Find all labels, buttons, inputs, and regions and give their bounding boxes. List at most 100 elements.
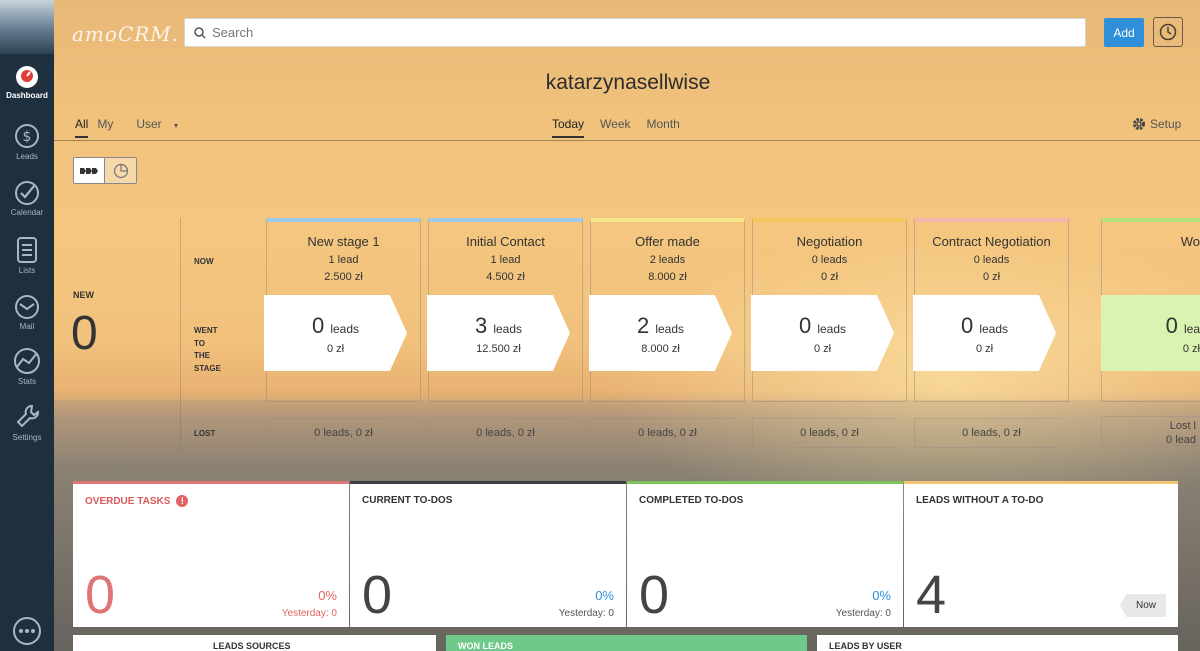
sidebar-item-mail[interactable]: Mail <box>0 294 54 331</box>
sidebar-item-lists[interactable]: Lists <box>0 236 54 275</box>
stage-went-amount: 8.000 zł <box>641 343 680 355</box>
leads-by-user-card[interactable]: LEADS BY USER <box>817 635 1178 651</box>
arrows-icon <box>80 167 98 174</box>
row-label-went-line: TO <box>194 338 205 348</box>
check-circle-icon <box>15 181 39 205</box>
won-leads-card[interactable]: WON LEADS <box>446 635 807 651</box>
stage-went-amount: 0 zł <box>1182 343 1200 355</box>
timer-button[interactable] <box>1153 17 1183 47</box>
sidebar-item-label: Lists <box>18 266 36 275</box>
row-label-now: NOW <box>194 257 214 266</box>
clock-icon <box>1159 23 1177 41</box>
stage-went-unit: leads <box>493 322 523 336</box>
stage-went-count: 0 <box>311 313 325 338</box>
chart-view-button[interactable] <box>105 158 136 183</box>
tab-month[interactable]: Month <box>647 117 680 138</box>
stage-now-leads: 1 lead <box>328 254 359 266</box>
card-yesterday: Yesterday: 0 <box>835 608 891 619</box>
mail-icon <box>15 295 39 319</box>
stage-now-leads: 2 leads <box>649 254 686 266</box>
stage-went-count: 2 <box>636 313 650 338</box>
sidebar-item-label: Settings <box>12 433 42 442</box>
card-title: CURRENT TO-DOS <box>362 495 453 506</box>
card-percent: 0% <box>318 588 337 603</box>
card-count: 0 <box>362 565 393 625</box>
add-button[interactable]: Add <box>1104 18 1144 47</box>
leads-without-todo-card[interactable]: LEADS WITHOUT A TO-DO 4 Now <box>904 481 1178 627</box>
pie-chart-icon <box>113 163 128 178</box>
stage-name: Initial Contact <box>466 234 545 249</box>
current-todos-card[interactable]: CURRENT TO-DOS 0 0% Yesterday: 0 <box>350 481 626 627</box>
stage-went-count: 3 <box>474 313 488 338</box>
dollar-icon: $ <box>15 124 39 148</box>
user-dropdown[interactable]: User ▾ <box>136 117 187 138</box>
stage-now-amount: 0 zł <box>820 271 839 283</box>
search-bar[interactable] <box>184 18 1086 47</box>
row-label-lost: LOST <box>194 429 216 438</box>
card-percent: 0% <box>872 588 891 603</box>
pipeline-view-button[interactable] <box>74 158 106 183</box>
chat-icon[interactable] <box>13 617 41 645</box>
gear-icon <box>1133 118 1145 130</box>
now-tag[interactable]: Now <box>1119 594 1166 617</box>
stage-went-arrow[interactable]: 3 leads 12.500 zł <box>427 295 570 371</box>
search-icon <box>194 26 206 39</box>
stage-went-amount: 12.500 zł <box>476 343 521 355</box>
tab-my[interactable]: My <box>97 117 113 138</box>
stage-went-unit: leads <box>655 322 685 336</box>
stage-lost: 0 leads, 0 zł <box>914 418 1069 448</box>
stage-went-unit: leads <box>817 322 847 336</box>
stage-now-leads: 0 leads <box>973 254 1010 266</box>
new-leads-count: 0 <box>71 307 98 360</box>
stage-went-amount: 0 zł <box>326 343 345 355</box>
stage-lost-value: 0 lead <box>1166 434 1196 446</box>
tab-all[interactable]: All <box>75 117 89 138</box>
svg-text:$: $ <box>23 129 32 145</box>
sidebar: Dashboard $ Leads Calendar Lists Mail St… <box>0 0 54 651</box>
card-title: COMPLETED TO-DOS <box>639 495 744 506</box>
card-count: 0 <box>85 565 116 625</box>
stage-went-amount: 0 zł <box>813 343 832 355</box>
stage-name: New stage 1 <box>307 234 380 249</box>
overdue-tasks-card[interactable]: OVERDUE TASKS! 0 0% Yesterday: 0 <box>73 481 349 627</box>
card-title: LEADS WITHOUT A TO-DO <box>916 495 1044 506</box>
leads-sources-card[interactable]: LEADS SOURCES <box>73 635 436 651</box>
card-count: 0 <box>639 565 670 625</box>
period-tabs: Today Week Month <box>552 117 696 138</box>
sidebar-item-stats[interactable]: Stats <box>0 347 54 386</box>
stage-went-arrow[interactable]: 2 leads 8.000 zł <box>589 295 732 371</box>
sidebar-item-settings[interactable]: Settings <box>0 403 54 442</box>
stage-went-arrow[interactable]: 0 lea 0 zł <box>1101 295 1200 371</box>
search-input[interactable] <box>212 25 1072 40</box>
divider <box>180 218 181 450</box>
sidebar-item-label: Calendar <box>10 208 44 217</box>
stage-went-unit: leads <box>330 322 360 336</box>
row-label-went-line: STAGE <box>194 363 221 373</box>
card-count: 4 <box>916 565 947 625</box>
stage-name: Contract Negotiation <box>932 234 1051 249</box>
stage-lost: 0 leads, 0 zł <box>590 418 745 448</box>
stage-went-arrow[interactable]: 0 leads 0 zł <box>913 295 1056 371</box>
stage-lost: 0 leads, 0 zł <box>752 418 907 448</box>
stage-now-leads: 0 leads <box>811 254 848 266</box>
sidebar-item-calendar[interactable]: Calendar <box>0 180 54 217</box>
new-leads-label: NEW <box>73 290 94 300</box>
stage-went-unit: lea <box>1183 322 1200 336</box>
setup-button[interactable]: Setup <box>1132 117 1181 131</box>
sidebar-item-leads[interactable]: $ Leads <box>0 122 54 161</box>
stage-name: Negotiation <box>796 234 863 249</box>
sidebar-item-label: Leads <box>16 152 38 161</box>
stage-went-arrow[interactable]: 0 leads 0 zł <box>264 295 407 371</box>
tab-week[interactable]: Week <box>600 117 630 138</box>
completed-todos-card[interactable]: COMPLETED TO-DOS 0 0% Yesterday: 0 <box>627 481 903 627</box>
tab-today[interactable]: Today <box>552 117 585 138</box>
stage-lost: Lost l 0 lead <box>1101 416 1200 446</box>
app-logo[interactable]: amoCRM. <box>72 22 179 46</box>
stage-now-amount: 2.500 zł <box>324 271 363 283</box>
stage-name: Wo <box>1180 234 1200 249</box>
stage-went-arrow[interactable]: 0 leads 0 zł <box>751 295 894 371</box>
stage-went-count: 0 <box>960 313 974 338</box>
stage-went-count: 0 <box>798 313 812 338</box>
list-icon <box>17 237 37 263</box>
view-toggle <box>73 157 137 184</box>
